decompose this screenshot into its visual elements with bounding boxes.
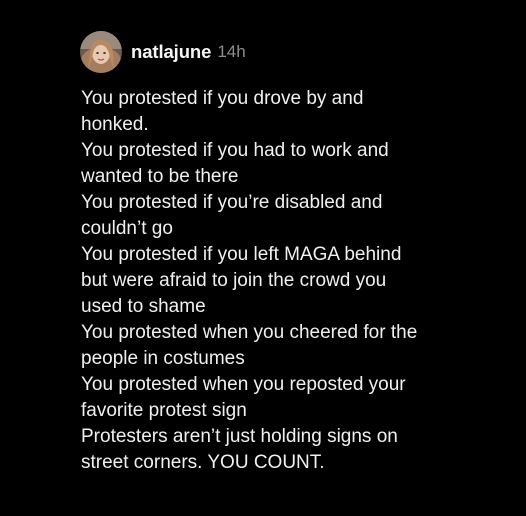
post-line: You protested if you left MAGA behind bu… — [81, 244, 402, 317]
post-line: You protested if you drove by and honked… — [81, 88, 364, 135]
post-line: Protesters aren’t just holding signs on … — [81, 426, 398, 473]
post-line: You protested if you’re disabled and cou… — [81, 192, 383, 239]
post-timestamp: 14h — [217, 42, 246, 61]
post: natlajune 14h You protested if you drove… — [0, 0, 526, 516]
avatar[interactable] — [80, 31, 122, 73]
post-header: natlajune 14h — [80, 30, 246, 74]
post-line: You protested when you cheered for the p… — [81, 322, 418, 369]
post-line: You protested when you reposted your fav… — [81, 374, 406, 421]
author-username[interactable]: natlajune — [131, 41, 211, 63]
avatar-image — [80, 31, 122, 73]
post-line: You protested if you had to work and wan… — [81, 140, 389, 187]
post-body: You protested if you drove by and honked… — [81, 86, 501, 476]
